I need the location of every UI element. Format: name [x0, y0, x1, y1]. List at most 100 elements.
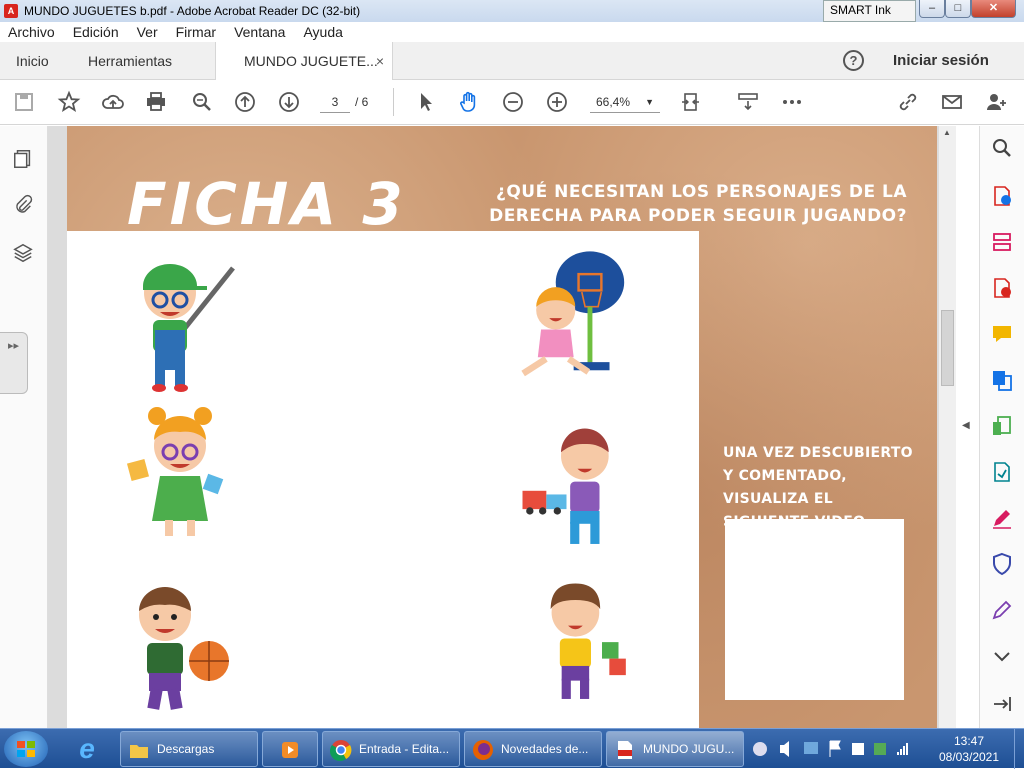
clock-time: 13:47	[953, 734, 985, 748]
add-user-icon[interactable]	[984, 90, 1008, 114]
tray-monitor-icon[interactable]	[804, 742, 818, 754]
taskbar-item-label: Novedades de...	[501, 742, 589, 756]
combine-files-icon[interactable]	[990, 368, 1014, 392]
menu-bar: Archivo Edición Ver Firmar Ventana Ayuda	[0, 22, 1024, 42]
edit-pen-icon[interactable]	[990, 598, 1014, 622]
menu-edicion[interactable]: Edición	[73, 24, 119, 40]
tab-herramientas[interactable]: Herramientas	[88, 42, 172, 80]
video-placeholder[interactable]	[725, 519, 904, 700]
create-pdf-icon[interactable]	[990, 276, 1014, 300]
girl-with-basketball-hoop-illustration	[515, 249, 650, 409]
tray-app-icon[interactable]	[753, 742, 767, 756]
page-total: / 6	[355, 95, 369, 109]
scrollbar-thumb[interactable]	[941, 310, 954, 386]
acrobat-app-icon: A	[4, 4, 18, 18]
page-fit-icon[interactable]	[680, 90, 704, 114]
taskbar-item-descargas[interactable]: Descargas	[120, 731, 258, 767]
tab-inicio[interactable]: Inicio	[16, 42, 49, 80]
smart-ink-button[interactable]: SMART Ink	[823, 0, 916, 22]
fill-sign-icon[interactable]	[990, 506, 1014, 530]
layers-icon[interactable]	[12, 242, 34, 264]
boy-with-letter-blocks-illustration	[525, 576, 645, 711]
scroll-up-icon[interactable]: ▲	[943, 128, 951, 137]
page-title: FICHA 3	[127, 170, 406, 238]
window-title: MUNDO JUGUETES b.pdf - Adobe Acrobat Rea…	[24, 4, 361, 18]
organize-pages-icon[interactable]	[990, 230, 1014, 254]
zoom-out-icon[interactable]	[501, 90, 525, 114]
zoom-in-icon[interactable]	[545, 90, 569, 114]
comment-icon[interactable]	[990, 322, 1014, 346]
tab-document[interactable]: MUNDO JUGUETE... ×	[215, 42, 393, 81]
chevron-down-icon[interactable]	[990, 644, 1014, 668]
document-scrollbar[interactable]: ▲	[938, 126, 956, 728]
system-clock[interactable]: 13:47 08/03/2021	[928, 733, 1010, 765]
tray-device-icon[interactable]	[852, 743, 864, 755]
windows-taskbar: e Descargas Entrada - Edita... Novedades…	[0, 728, 1024, 769]
left-panel-toggle[interactable]: ▸▸	[0, 332, 28, 394]
girl-with-blocks-illustration	[125, 406, 235, 541]
zoom-level-select[interactable]: 66,4% ▼	[590, 91, 660, 113]
taskbar-item-acrobat[interactable]: MUNDO JUGU...	[606, 731, 744, 767]
close-window-button[interactable]: ✕	[971, 0, 1016, 18]
print-icon[interactable]	[144, 90, 168, 114]
previous-page-icon[interactable]	[233, 90, 257, 114]
tab-bar: Inicio Herramientas MUNDO JUGUETE... ×	[0, 42, 1024, 81]
select-cursor-icon[interactable]	[414, 90, 438, 114]
taskbar-item-label: Entrada - Edita...	[359, 742, 450, 756]
document-viewport: FICHA 3 ¿QUÉ NECESITAN LOS PERSONAJES DE…	[48, 126, 938, 728]
protect-shield-icon[interactable]	[990, 552, 1014, 576]
internet-explorer-icon[interactable]: e	[72, 734, 102, 764]
send-for-review-icon[interactable]	[990, 460, 1014, 484]
share-link-icon[interactable]	[896, 90, 920, 114]
scroll-mode-icon[interactable]	[736, 90, 760, 114]
system-tray	[750, 735, 920, 763]
taskbar-item-label: Descargas	[157, 742, 215, 756]
taskbar-item-firefox[interactable]: Novedades de...	[464, 731, 602, 767]
toolbar-divider	[393, 88, 394, 116]
start-button[interactable]	[4, 731, 48, 767]
upload-cloud-icon[interactable]	[101, 90, 125, 114]
menu-archivo[interactable]: Archivo	[8, 24, 55, 40]
menu-ayuda[interactable]: Ayuda	[303, 24, 342, 40]
signin-button[interactable]: Iniciar sesión	[893, 42, 989, 80]
save-icon[interactable]	[12, 90, 36, 114]
show-desktop-button[interactable]	[1014, 729, 1024, 769]
right-panel-collapse-icon[interactable]: ◀	[962, 420, 970, 431]
help-icon[interactable]: ?	[843, 50, 864, 71]
girl-with-toy-train-illustration	[517, 421, 637, 556]
menu-firmar[interactable]: Firmar	[176, 24, 216, 40]
activity-question: ¿QUÉ NECESITAN LOS PERSONAJES DE LA DERE…	[489, 182, 907, 226]
action-center-flag-icon[interactable]	[829, 740, 841, 757]
export-pdf-icon[interactable]	[990, 184, 1014, 208]
more-options-icon[interactable]	[780, 90, 804, 114]
media-player-icon	[282, 742, 298, 758]
menu-ver[interactable]: Ver	[137, 24, 158, 40]
chevron-down-icon: ▼	[645, 97, 654, 107]
right-tools-panel	[979, 126, 1024, 728]
taskbar-item-media[interactable]	[262, 731, 318, 767]
boy-with-basketball-illustration	[125, 583, 235, 718]
tab-close-icon[interactable]: ×	[376, 42, 384, 80]
maximize-button[interactable]: □	[945, 0, 971, 18]
collapse-panel-icon[interactable]	[990, 692, 1014, 716]
zoom-search-icon[interactable]	[190, 90, 214, 114]
attachment-icon[interactable]	[12, 194, 34, 216]
page-number-input[interactable]: 3	[320, 91, 350, 113]
pdf-file-icon	[618, 741, 632, 759]
hand-tool-icon[interactable]	[457, 90, 481, 114]
email-icon[interactable]	[940, 90, 964, 114]
taskbar-item-chrome[interactable]: Entrada - Edita...	[322, 731, 460, 767]
bookmark-star-icon[interactable]	[57, 90, 81, 114]
zoom-search-icon[interactable]	[990, 136, 1014, 160]
clock-date: 08/03/2021	[938, 750, 1000, 764]
compress-pdf-icon[interactable]	[990, 414, 1014, 438]
next-page-icon[interactable]	[277, 90, 301, 114]
minimize-button[interactable]: –	[919, 0, 945, 18]
pdf-page: FICHA 3 ¿QUÉ NECESITAN LOS PERSONAJES DE…	[67, 126, 937, 728]
signal-icon[interactable]	[897, 743, 908, 755]
tray-security-icon[interactable]	[874, 743, 886, 755]
volume-icon[interactable]	[780, 741, 789, 757]
taskbar-item-label: MUNDO JUGU...	[643, 742, 735, 756]
page-thumbnails-icon[interactable]	[12, 148, 34, 170]
menu-ventana[interactable]: Ventana	[234, 24, 285, 40]
